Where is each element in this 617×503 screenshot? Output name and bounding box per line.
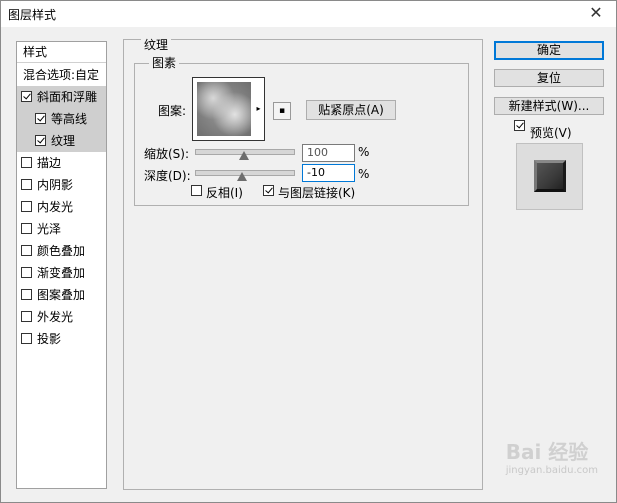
watermark-url: jingyan.baidu.com	[505, 465, 598, 476]
pattern-preview	[197, 82, 251, 136]
scale-percent: %	[358, 145, 370, 159]
style-item-label: 内发光	[37, 200, 74, 214]
style-item-checkbox[interactable]	[35, 135, 46, 146]
style-item-checkbox[interactable]	[21, 267, 32, 278]
style-item-checkbox[interactable]	[21, 289, 32, 300]
style-item-checkbox[interactable]	[21, 201, 32, 212]
style-item-7[interactable]: 颜色叠加	[17, 240, 106, 262]
style-item-label: 内阴影	[37, 178, 74, 192]
style-item-10[interactable]: 外发光	[17, 306, 106, 328]
style-item-label: 描边	[37, 156, 62, 170]
depth-input[interactable]: -10	[302, 164, 355, 182]
style-item-label: 等高线	[51, 112, 88, 126]
style-item-checkbox[interactable]	[21, 157, 32, 168]
preview-thumbnail	[534, 160, 566, 192]
dialog-title: 图层样式	[8, 8, 57, 22]
depth-percent: %	[358, 167, 370, 181]
style-item-0[interactable]: 斜面和浮雕	[17, 86, 106, 108]
pattern-swatch[interactable]	[192, 77, 256, 141]
pattern-preset-icon[interactable]: ▪	[273, 102, 291, 120]
styles-header-label: 样式	[23, 45, 48, 59]
style-item-5[interactable]: 内发光	[17, 196, 106, 218]
link-with-layer-label[interactable]: 与图层链接(K)	[278, 184, 355, 201]
blend-options-label: 混合选项:自定	[23, 68, 100, 82]
pattern-dropdown-icon[interactable]: ▸	[253, 77, 265, 141]
style-item-1[interactable]: 等高线	[17, 108, 106, 130]
preview-checkbox[interactable]	[514, 120, 525, 131]
style-item-checkbox[interactable]	[21, 91, 32, 102]
styles-header[interactable]: 样式	[17, 42, 106, 63]
new-style-button[interactable]: 新建样式(W)...	[494, 97, 604, 115]
style-item-2[interactable]: 纹理	[17, 130, 106, 152]
preview-label[interactable]: 预览(V)	[530, 124, 572, 141]
style-item-4[interactable]: 内阴影	[17, 174, 106, 196]
style-item-checkbox[interactable]	[21, 223, 32, 234]
style-item-label: 投影	[37, 332, 62, 346]
style-item-label: 光泽	[37, 222, 62, 236]
style-item-checkbox[interactable]	[21, 311, 32, 322]
scale-label: 缩放(S):	[144, 147, 190, 161]
style-item-3[interactable]: 描边	[17, 152, 106, 174]
style-item-checkbox[interactable]	[21, 333, 32, 344]
style-item-6[interactable]: 光泽	[17, 218, 106, 240]
style-item-checkbox[interactable]	[21, 179, 32, 190]
title-bar: 图层样式 ✕	[1, 1, 616, 27]
pattern-label: 图案:	[158, 104, 187, 118]
invert-checkbox[interactable]	[191, 185, 202, 196]
invert-label[interactable]: 反相(I)	[206, 184, 243, 201]
styles-list: 样式 混合选项:自定 斜面和浮雕等高线纹理描边内阴影内发光光泽颜色叠加渐变叠加图…	[16, 41, 107, 489]
watermark: Bai 经验 jingyan.baidu.com	[506, 436, 598, 476]
style-item-9[interactable]: 图案叠加	[17, 284, 106, 306]
snap-to-origin-button[interactable]: 贴紧原点(A)	[306, 100, 396, 120]
watermark-brand: Bai 经验	[505, 440, 589, 464]
style-item-label: 渐变叠加	[37, 266, 86, 280]
style-item-11[interactable]: 投影	[17, 328, 106, 350]
style-item-label: 外发光	[37, 310, 74, 324]
elements-group-title: 图素	[149, 54, 180, 71]
style-item-checkbox[interactable]	[35, 113, 46, 124]
style-item-8[interactable]: 渐变叠加	[17, 262, 106, 284]
scale-slider-thumb[interactable]	[239, 151, 249, 160]
ok-button[interactable]: 确定	[494, 41, 604, 60]
style-item-label: 颜色叠加	[37, 244, 86, 258]
texture-section-title: 纹理	[141, 36, 172, 53]
scale-input[interactable]: 100	[302, 144, 355, 162]
style-item-label: 图案叠加	[37, 288, 86, 302]
style-item-label: 斜面和浮雕	[37, 90, 98, 104]
style-item-label: 纹理	[51, 134, 76, 148]
style-preview	[516, 143, 583, 210]
link-with-layer-checkbox[interactable]	[263, 185, 274, 196]
depth-label: 深度(D):	[144, 169, 191, 183]
layer-style-dialog: 图层样式 ✕ 样式 混合选项:自定 斜面和浮雕 等高线 纹理 描边 内阴影 内发光 光泽 颜色…	[0, 0, 617, 503]
style-item-checkbox[interactable]	[21, 245, 32, 256]
reset-button[interactable]: 复位	[494, 69, 604, 87]
close-icon[interactable]: ✕	[586, 3, 606, 23]
depth-slider-thumb[interactable]	[237, 172, 248, 181]
blend-options-item[interactable]: 混合选项:自定	[17, 64, 106, 86]
